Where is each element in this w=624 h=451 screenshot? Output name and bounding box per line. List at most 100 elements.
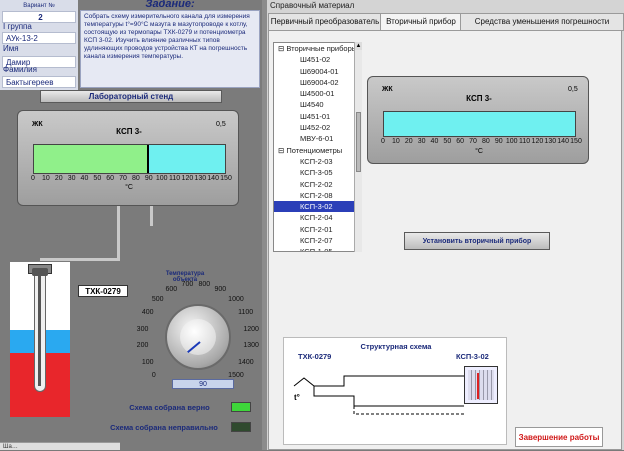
tree-item[interactable]: КСП-3-02 [274, 201, 357, 213]
probe-wire [38, 276, 41, 386]
scroll-thumb[interactable] [356, 112, 361, 172]
name-label: Имя [3, 44, 19, 53]
left-gauge-tick-label: 120 [181, 175, 194, 182]
tree-item[interactable]: КСП-2-08 [274, 190, 357, 201]
tree-scrollbar[interactable]: ▲ [354, 42, 362, 252]
tree-item[interactable]: Ш451-01 [274, 111, 357, 122]
tree-item[interactable]: КСП-2-04 [274, 212, 357, 223]
device-tree: ⊟ Вторичные приборы Ш451-02 Ш69004-01 Ш6900… [273, 42, 358, 252]
student-card: Вариант № 2 I группа АУк-13-2 Имя Дамир … [0, 0, 78, 90]
tank [10, 262, 70, 417]
knob-scale-label: 700 [181, 280, 194, 288]
left-gauge-class: 0,5 [216, 121, 226, 128]
splitter[interactable] [262, 0, 267, 450]
tab-error-reduction[interactable]: Средства уменьшения погрешности [460, 13, 624, 31]
right-gauge-tick-label: 20 [404, 138, 413, 145]
right-gauge-tick-label: 90 [494, 138, 503, 145]
left-gauge-tick-label: 70 [119, 175, 127, 182]
right-gauge-mark: ЖК [382, 86, 393, 93]
left-gauge-tick-label: 110 [168, 175, 181, 182]
tab-secondary[interactable]: Вторичный прибор [380, 13, 462, 31]
status-bad-label: Схема собрана неправильно [110, 423, 218, 432]
lab-stand-button[interactable]: Лабораторный стенд [40, 90, 222, 103]
finish-button[interactable]: Завершение работы [515, 427, 603, 447]
tree-item[interactable]: КСП-2-02 [274, 179, 357, 190]
knob-scale-label: 400 [141, 309, 154, 317]
right-gauge-tick-label: 150 [570, 138, 582, 145]
knob-scale-label: 100 [141, 358, 154, 366]
right-gauge-scale: 0 10 20 30 40 50 60 70 80 90 100 110 120 130 140 150 [381, 138, 582, 148]
knob-scale-label: 200 [136, 342, 149, 350]
left-gauge-tick-label: 30 [67, 175, 76, 182]
knob-scale-label: 800 [198, 280, 211, 288]
tree-item[interactable]: Ш69004-01 [274, 66, 357, 77]
left-gauge-bar [33, 144, 226, 174]
tree-item[interactable]: Ш451-02 [274, 54, 357, 65]
right-gauge-tick-label: 130 [544, 138, 557, 145]
right-gauge-tick-label: 40 [430, 138, 439, 145]
knob-cap [180, 319, 216, 355]
knob-value[interactable]: 90 [172, 379, 234, 389]
right-gauge-tick-label: 120 [531, 138, 544, 145]
left-gauge-tick-label: 80 [132, 175, 140, 182]
surname-label: Фамилия [3, 65, 37, 74]
probe-cap [32, 268, 48, 276]
scroll-up-icon[interactable]: ▲ [355, 42, 362, 50]
knob-scale-label: 1000 [228, 295, 244, 303]
right-gauge-tick-label: 30 [417, 138, 426, 145]
reference-title: Справочный материал [270, 1, 355, 10]
right-gauge-tick-label: 10 [391, 138, 400, 145]
tree-item[interactable]: Ш4500-01 [274, 88, 357, 99]
group-field[interactable]: АУк-13-2 [2, 32, 76, 44]
tree-item[interactable]: КСП-3-05 [274, 167, 357, 178]
schema-device-chart [468, 370, 494, 400]
group-label: I группа [3, 22, 32, 31]
tree-item[interactable]: КСП-2-07 [274, 235, 357, 246]
tree-item[interactable]: Ш452-02 [274, 122, 357, 133]
tab-primary[interactable]: Первичный преобразователь [268, 13, 382, 31]
left-gauge-tick-label: 140 [207, 175, 219, 182]
left-gauge-tick-label: 40 [80, 175, 89, 182]
right-gauge-tick-label: 110 [518, 138, 531, 145]
left-gauge-tick-label: 10 [41, 175, 50, 182]
sensor-label: ТХК-0279 [78, 285, 128, 297]
right-gauge-tick-label: 140 [557, 138, 569, 145]
right-gauge-title: КСП 3- [466, 94, 492, 103]
left-gauge-tick-label: 60 [106, 175, 115, 182]
knob-scale-label: 500 [151, 295, 164, 303]
right-gauge-tick-label: 70 [469, 138, 477, 145]
tree-item[interactable]: КСП-2-01 [274, 224, 357, 235]
tree-item[interactable]: КСП-2-03 [274, 156, 357, 167]
left-gauge-frame: ЖК КСП 3- 0,5 0 10 20 30 40 50 60 70 80 90 100 110 1… [17, 110, 239, 206]
right-gauge-tick-label: 80 [482, 138, 490, 145]
right-gauge-bar [383, 111, 576, 137]
right-gauge-unit: °C [475, 148, 483, 155]
status-ok-label: Схема собрана верно [129, 403, 210, 412]
knob-scale-label: 1300 [243, 342, 259, 350]
left-gauge-title: КСП 3- [116, 127, 142, 136]
right-gauge-frame: ЖК КСП 3- 0,5 0 10 20 30 40 50 60 70 80 90 100 110 1… [367, 76, 589, 164]
left-gauge-fill [34, 145, 149, 173]
task-text: Собрать схему измерительного канала для … [80, 10, 260, 88]
tree-item[interactable]: Ш69004-02 [274, 77, 357, 88]
left-gauge-tick-label: 90 [144, 175, 153, 182]
left-gauge-tick-label: 50 [93, 175, 102, 182]
right-gauge-class: 0,5 [568, 86, 578, 93]
knob-scale-label: 1200 [243, 325, 259, 333]
tree-group[interactable]: ⊟ Вторичные приборы [274, 43, 357, 54]
tree-item[interactable]: Ш4540 [274, 99, 357, 110]
schema-device-icon [464, 366, 498, 404]
temperature-knob[interactable] [165, 304, 231, 370]
tree-item[interactable]: КСП-1-05 [274, 246, 357, 251]
variant-label: Вариант № [23, 3, 55, 9]
task-title: Задание: [145, 0, 195, 10]
tree-item[interactable]: МВУ-6-01 [274, 133, 357, 144]
set-device-button[interactable]: Установить вторичный прибор [404, 232, 550, 250]
surname-field[interactable]: Бактыгереев [2, 76, 76, 88]
schema-device-pen [477, 373, 479, 399]
wire [117, 206, 120, 258]
left-gauge-tick-label: 150 [220, 175, 232, 182]
tree-group[interactable]: ⊟ Потенциометры [274, 145, 357, 156]
taskbar-item[interactable]: Ша… [0, 442, 120, 450]
right-gauge-tick-label: 60 [456, 138, 465, 145]
